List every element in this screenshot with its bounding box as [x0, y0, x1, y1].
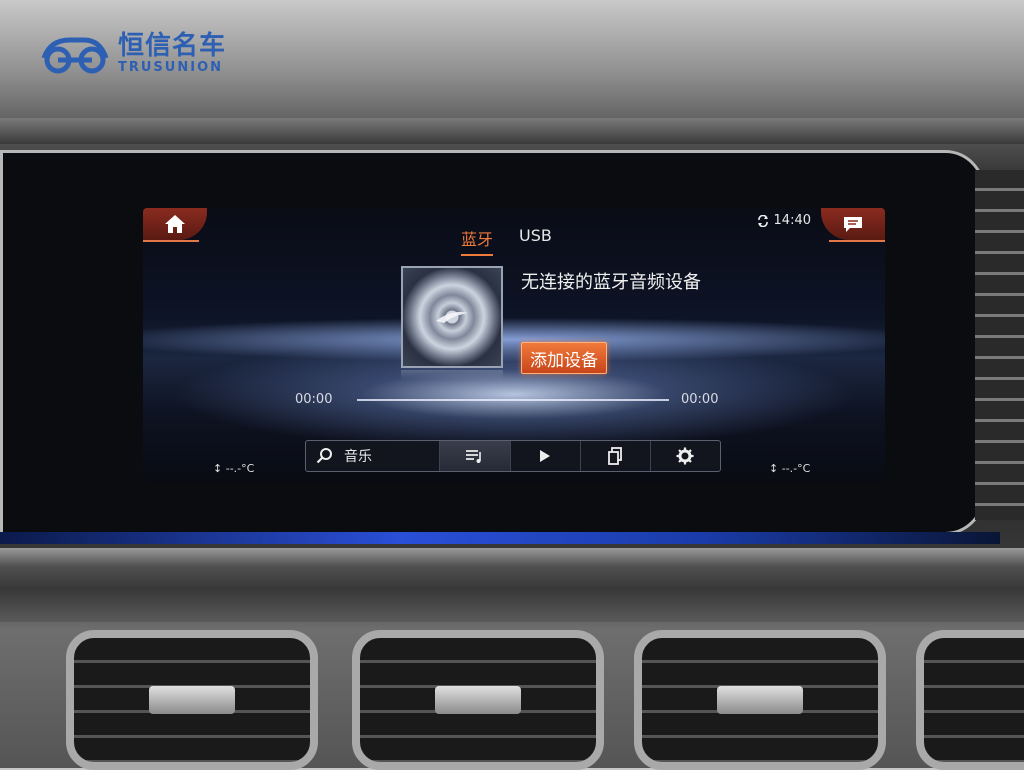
ambient-light-strip	[0, 532, 1000, 544]
watermark-logo: 恒信名车 TRUSUNION	[40, 32, 226, 74]
home-icon	[165, 215, 185, 233]
media-source-button[interactable]	[581, 441, 651, 471]
tab-bluetooth[interactable]: 蓝牙	[461, 226, 494, 256]
status-area: 14:40	[757, 213, 811, 228]
vent-knob	[717, 686, 803, 714]
car-logo-icon	[41, 37, 109, 74]
left-climate-temp[interactable]: ↕ --.-°C	[213, 462, 254, 475]
sync-icon	[757, 214, 768, 227]
progress-bar[interactable]	[357, 399, 669, 401]
lower-trim	[0, 548, 1024, 622]
watermark-cn: 恒信名车	[118, 30, 227, 61]
play-icon	[540, 450, 551, 462]
playlist-button[interactable]	[440, 441, 511, 471]
copy-icon	[608, 447, 623, 465]
notifications-button[interactable]	[821, 208, 885, 242]
air-vent-center-left	[352, 630, 604, 770]
watermark-en: TRUSUNION	[118, 59, 224, 75]
album-art	[401, 266, 503, 368]
add-device-button[interactable]: 添加设备	[521, 342, 607, 374]
vent-knob	[149, 686, 235, 714]
left-temp-value: --.-°C	[225, 462, 255, 475]
gear-icon	[676, 447, 694, 465]
vent-knob	[435, 686, 521, 714]
play-button[interactable]	[511, 441, 581, 471]
source-tabs: 蓝牙 USB	[461, 226, 552, 256]
playlist-icon	[466, 450, 481, 463]
settings-button[interactable]	[651, 441, 720, 471]
music-search-label: 音乐	[344, 449, 372, 465]
home-button[interactable]	[143, 208, 207, 242]
bluetooth-swoosh-icon	[436, 312, 468, 323]
dashboard-trim	[0, 118, 1024, 144]
right-climate-temp[interactable]: ↕ --.-°C	[769, 462, 810, 475]
clock: 14:40	[773, 213, 811, 228]
side-vent	[975, 170, 1024, 520]
air-vent-center-right	[634, 630, 886, 770]
music-search-button[interactable]: 音乐	[306, 441, 441, 471]
album-art-reflection	[401, 370, 503, 380]
media-control-bar: 音乐	[305, 440, 721, 472]
air-vent-left	[66, 630, 318, 770]
right-temp-value: --.-°C	[781, 462, 811, 475]
total-time: 00:00	[681, 392, 719, 407]
tab-usb[interactable]: USB	[519, 226, 552, 256]
message-icon	[844, 217, 862, 232]
search-icon	[316, 448, 332, 464]
elapsed-time: 00:00	[295, 392, 333, 407]
air-vent-right	[916, 630, 1024, 770]
no-device-message: 无连接的蓝牙音频设备	[521, 272, 701, 293]
infotainment-display: 14:40 蓝牙 USB 无连接的蓝牙音频设备 添加设备 00:00 00:00…	[143, 208, 885, 482]
